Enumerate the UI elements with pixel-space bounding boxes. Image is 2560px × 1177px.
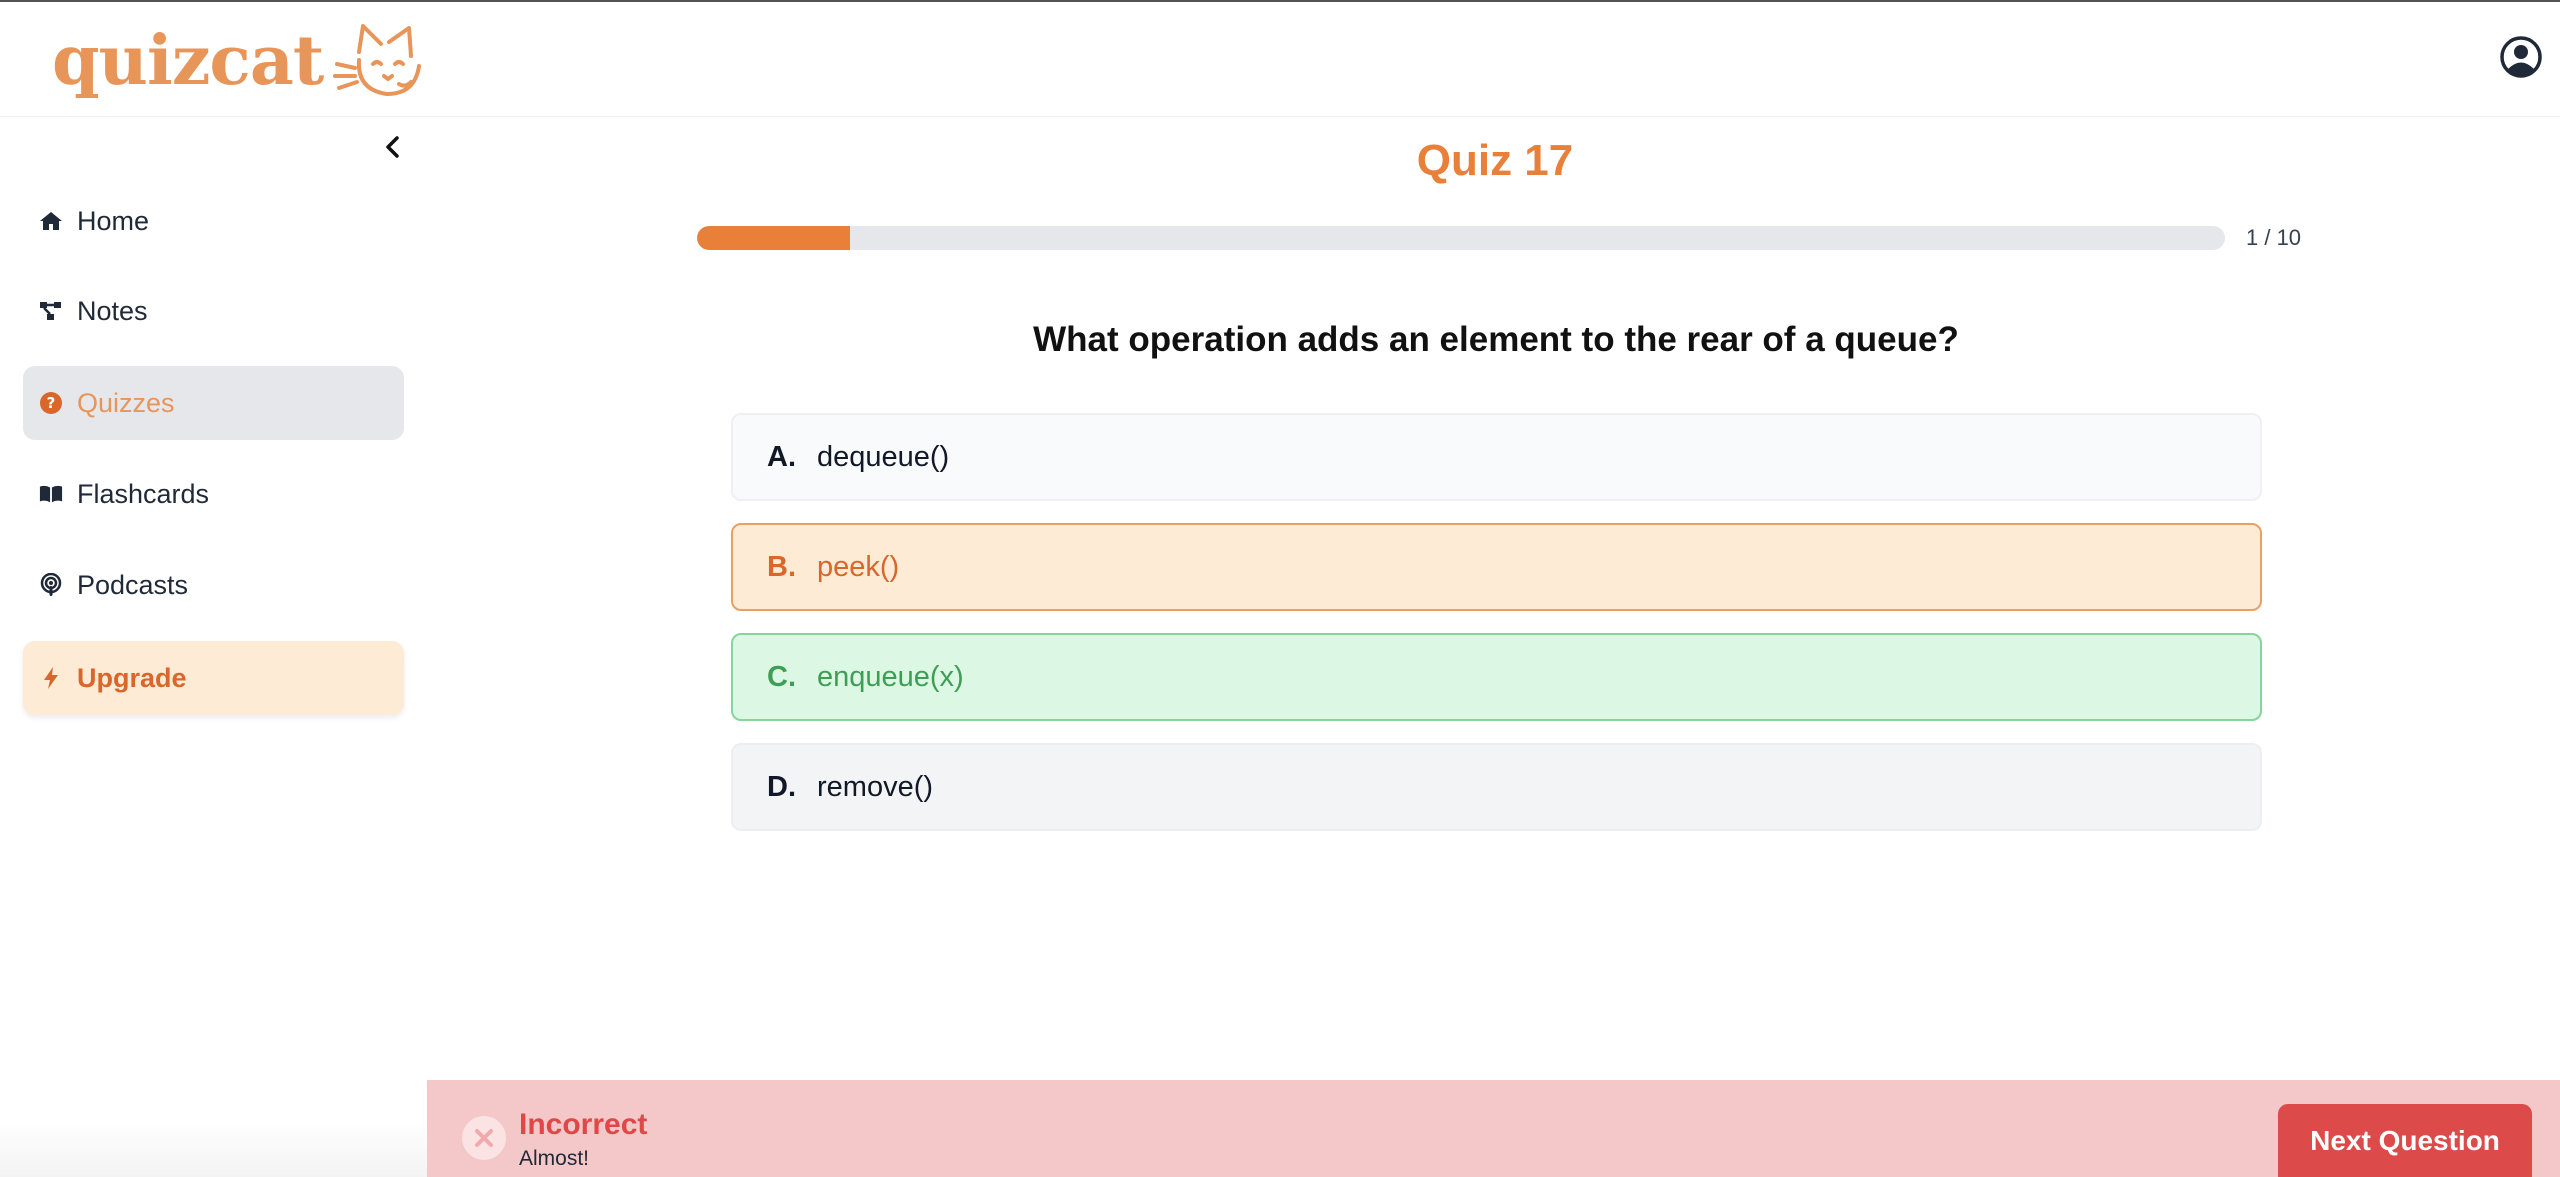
feedback-subtitle: Almost! [519, 1147, 590, 1170]
progress-bar [697, 226, 2225, 250]
feedback-banner [427, 1080, 2560, 1177]
question-text: What operation adds an element to the re… [1033, 320, 1959, 359]
sidebar-item-home[interactable]: Home [23, 184, 404, 258]
sidebar-item-label: Flashcards [77, 478, 210, 509]
quizcat-logo[interactable]: quizcat [52, 16, 429, 106]
top-header: quizcat [0, 2, 2560, 117]
user-account-icon[interactable] [2500, 36, 2542, 78]
option-text: enqueue(x) [817, 660, 964, 693]
sidebar-bottom-fade [0, 1120, 427, 1177]
sidebar-item-upgrade[interactable]: Upgrade [23, 641, 404, 715]
sidebar-item-label: Podcasts [77, 569, 189, 600]
option-text: dequeue() [817, 440, 950, 473]
next-question-button[interactable]: Next Question [2278, 1104, 2532, 1177]
feedback-title: Incorrect [519, 1108, 648, 1141]
cat-logo-icon [333, 24, 422, 96]
home-icon [39, 209, 63, 233]
close-circle-icon [462, 1116, 506, 1160]
sidebar-item-label: Notes [77, 295, 148, 326]
sidebar-item-podcasts[interactable]: Podcasts [23, 548, 404, 622]
answer-option-b[interactable]: B. peek() [731, 523, 2262, 611]
podcast-icon [39, 573, 63, 597]
question-circle-icon: ? [39, 391, 63, 415]
logo-text: quizcat [52, 21, 324, 101]
option-letter: C. [767, 660, 796, 693]
answer-option-d[interactable]: D. remove() [731, 743, 2262, 831]
option-letter: A. [767, 440, 796, 473]
collapse-sidebar-button[interactable] [378, 132, 408, 162]
progress-count: 1 / 10 [2246, 225, 2302, 250]
sidebar-item-label: Quizzes [77, 387, 175, 418]
option-text: peek() [817, 550, 900, 583]
svg-text:?: ? [47, 394, 56, 412]
quiz-title: Quiz 17 [1416, 136, 1574, 185]
option-text: remove() [817, 770, 934, 803]
book-icon [39, 482, 63, 506]
sidebar-item-flashcards[interactable]: Flashcards [23, 457, 404, 531]
sidebar-item-notes[interactable]: Notes [23, 274, 404, 348]
answer-option-a[interactable]: A. dequeue() [731, 413, 2262, 501]
bolt-icon [39, 666, 63, 690]
progress-bar-fill [697, 226, 850, 250]
answer-option-c[interactable]: C. enqueue(x) [731, 633, 2262, 721]
sidebar-item-label: Upgrade [77, 662, 187, 693]
option-letter: D. [767, 770, 796, 803]
notes-icon [39, 299, 63, 323]
sidebar-item-label: Home [77, 205, 150, 236]
chevron-left-icon [386, 136, 399, 158]
sidebar-item-quizzes[interactable]: ? Quizzes [23, 366, 404, 440]
option-letter: B. [767, 550, 796, 583]
